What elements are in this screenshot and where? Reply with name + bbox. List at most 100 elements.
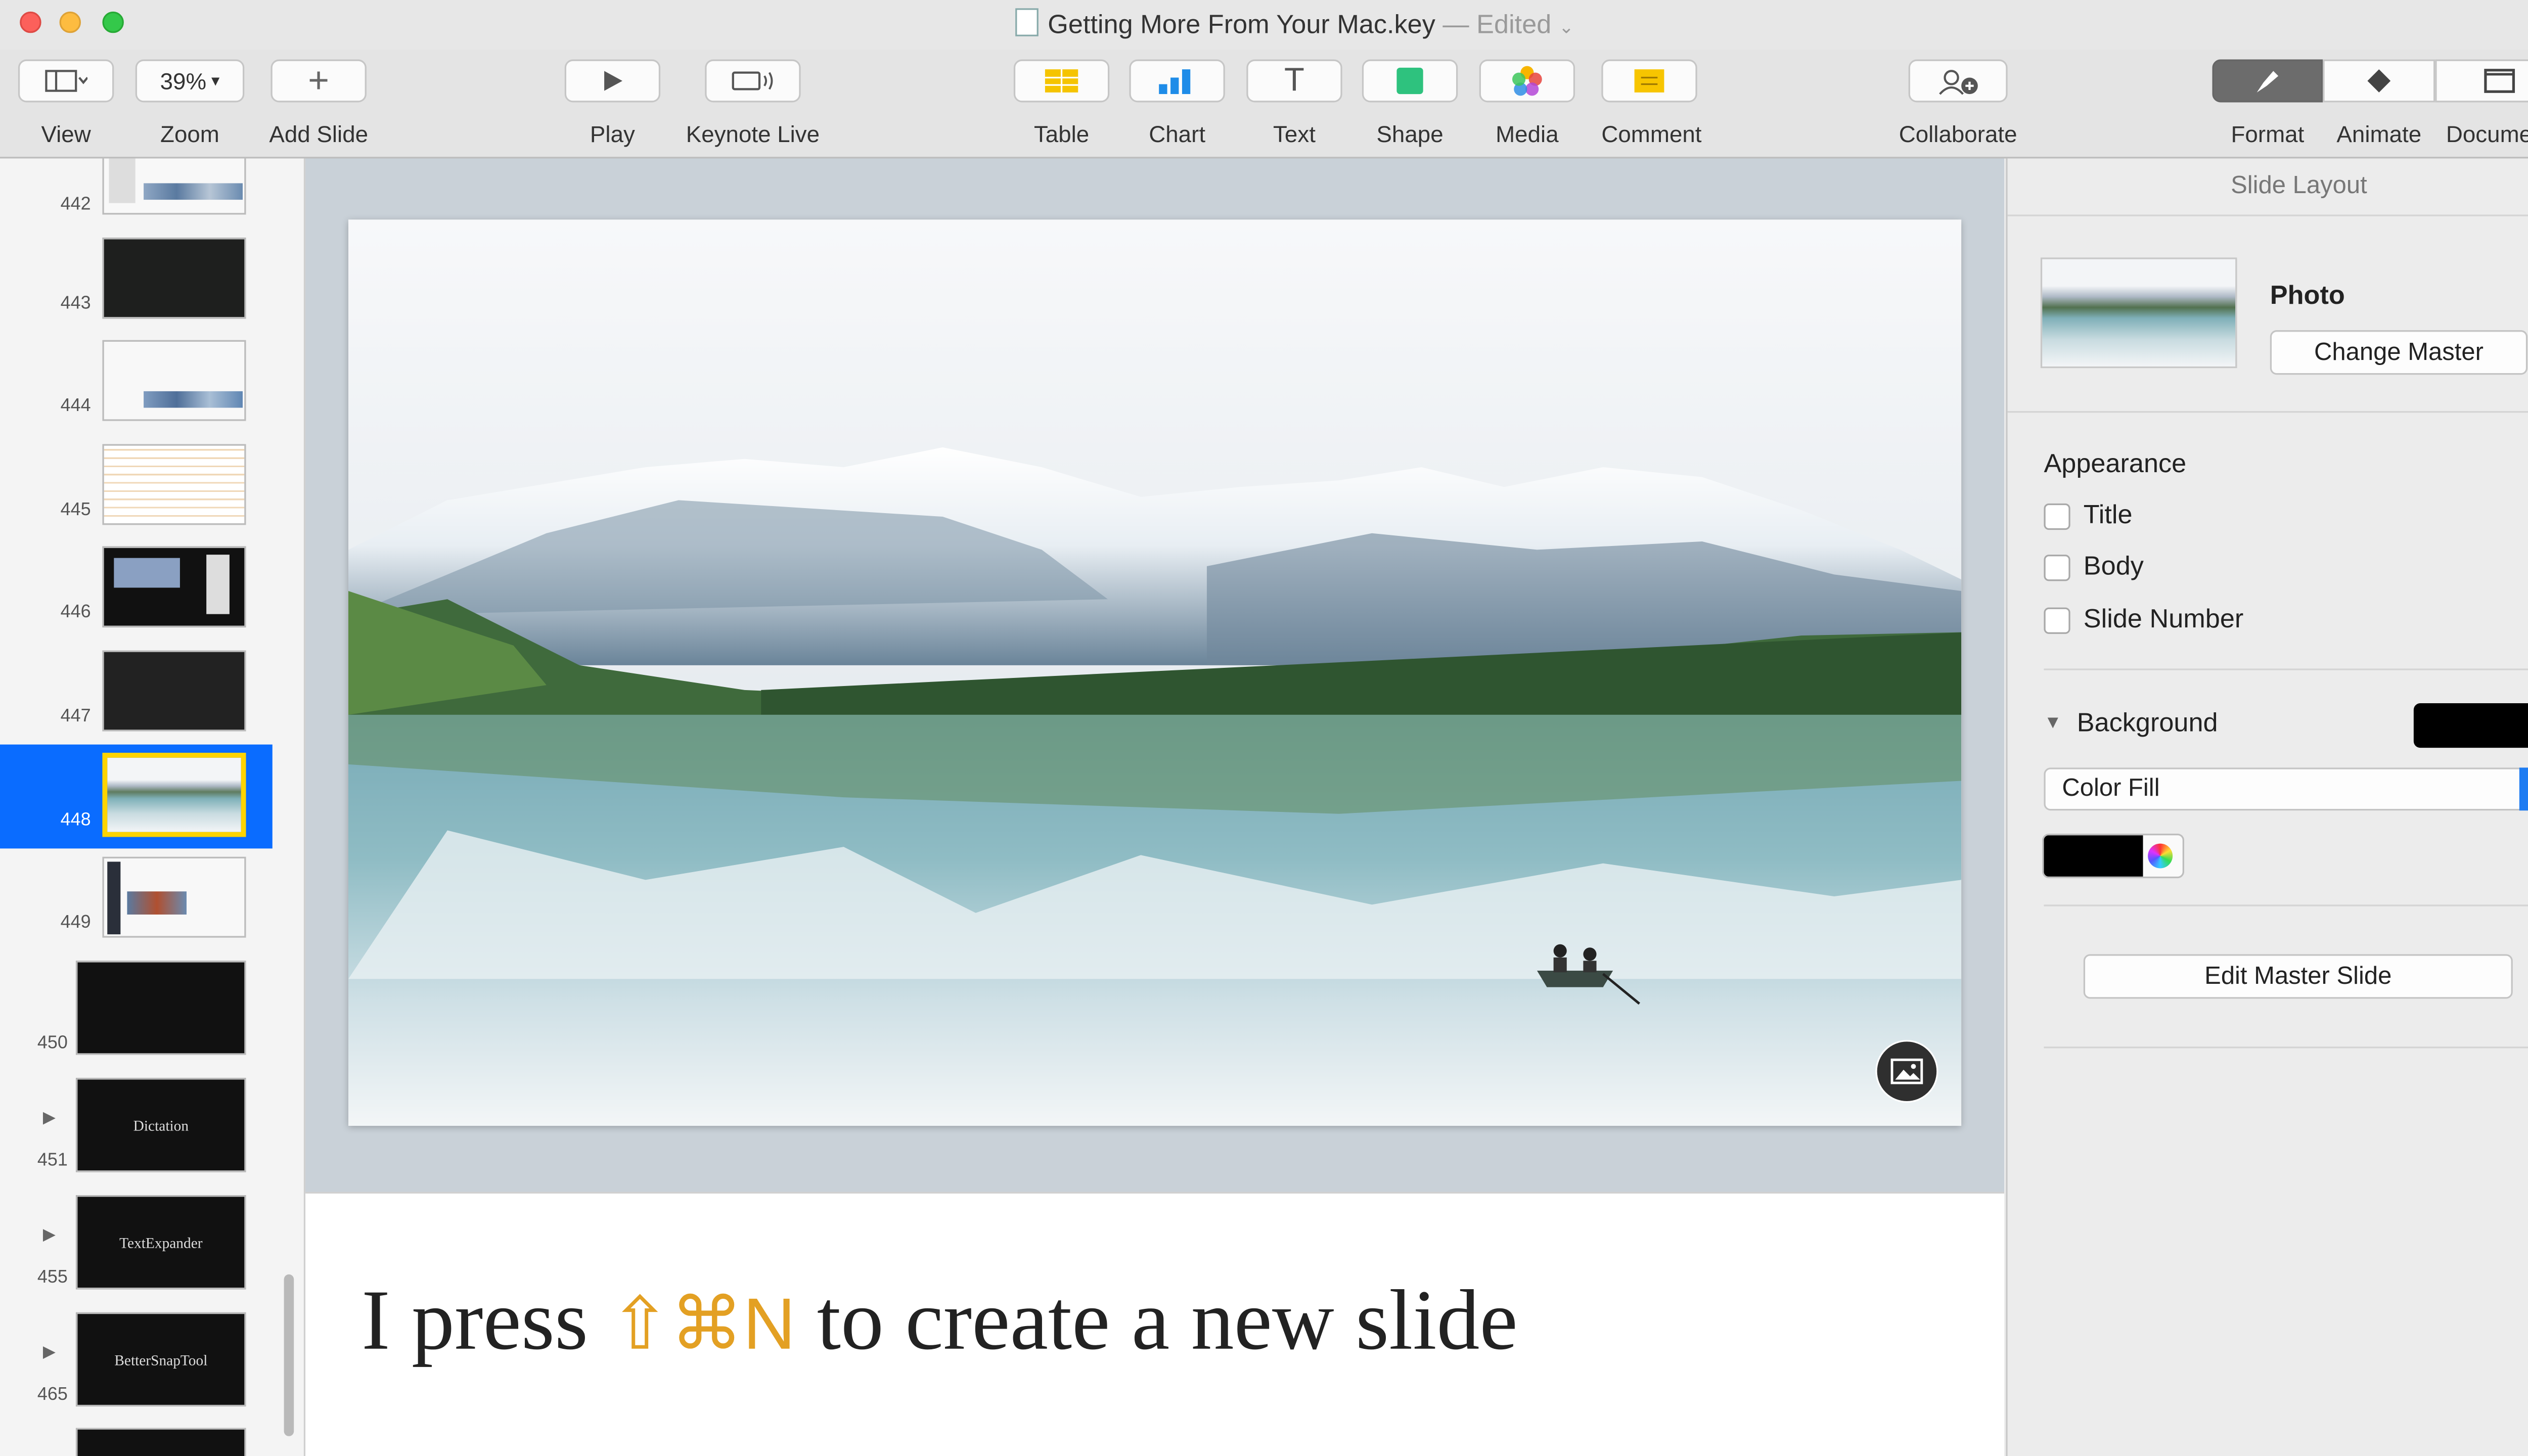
- chart-icon[interactable]: [1129, 59, 1225, 103]
- shape-icon[interactable]: [1362, 59, 1458, 103]
- slide-thumbnail[interactable]: [102, 158, 246, 215]
- slide-number: 465: [37, 1385, 68, 1405]
- comment-icon[interactable]: [1601, 59, 1697, 103]
- play-label: Play: [590, 120, 635, 147]
- edited-status: — Edited: [1442, 11, 1552, 40]
- slide-thumbnail-selected[interactable]: [102, 752, 246, 837]
- slide-thumbnail[interactable]: [76, 961, 246, 1055]
- document-label: Document: [2446, 120, 2528, 147]
- slide-canvas[interactable]: [305, 158, 2005, 1192]
- title-checkbox[interactable]: [2044, 503, 2070, 530]
- document-control[interactable]: Document: [2435, 59, 2528, 147]
- zoom-button[interactable]: 39% ▾: [135, 59, 245, 103]
- master-thumbnail[interactable]: [2040, 257, 2237, 369]
- plus-icon[interactable]: +: [270, 59, 367, 103]
- table-control[interactable]: Table: [1013, 59, 1110, 147]
- slide-number: 449: [60, 913, 91, 933]
- chart-control[interactable]: Chart: [1129, 59, 1225, 147]
- chevron-down-icon[interactable]: ⌄: [1559, 18, 1574, 38]
- slide-thumbnail[interactable]: TextExpander: [76, 1195, 246, 1290]
- format-control[interactable]: Format: [2212, 59, 2323, 147]
- slide-thumbnail[interactable]: [102, 340, 246, 421]
- table-icon[interactable]: [1013, 59, 1110, 103]
- notes-text[interactable]: I press ⇧⌘N to create a new slide: [362, 1273, 1518, 1371]
- slide-number: 443: [60, 294, 91, 314]
- notes-text-after: to create a new slide: [817, 1274, 1518, 1369]
- disclosure-triangle-icon[interactable]: ▼: [2044, 713, 2062, 733]
- shape-control[interactable]: Shape: [1362, 59, 1458, 147]
- collaborate-control[interactable]: Collaborate: [1892, 59, 2024, 147]
- keynote-live-icon[interactable]: [705, 59, 801, 103]
- presenter-notes[interactable]: I press ⇧⌘N to create a new slide: [305, 1192, 2005, 1456]
- color-wheel-icon[interactable]: [2148, 843, 2173, 869]
- text-icon[interactable]: T: [1246, 59, 1342, 103]
- chart-label: Chart: [1149, 120, 1206, 147]
- disclosure-triangle-icon[interactable]: ▶: [43, 1226, 56, 1245]
- title-bar: Getting More From Your Mac.key — Edited …: [0, 0, 2528, 50]
- slide-thumbnail[interactable]: [102, 444, 246, 525]
- play-icon[interactable]: [564, 59, 661, 103]
- photos-icon[interactable]: [1479, 59, 1575, 103]
- slide-thumbnail[interactable]: Dictation: [76, 1078, 246, 1172]
- edit-master-slide-button[interactable]: Edit Master Slide: [2083, 954, 2513, 999]
- slide-thumbnail[interactable]: [102, 546, 246, 627]
- body-checkbox[interactable]: [2044, 555, 2070, 581]
- change-master-button[interactable]: Change Master: [2270, 330, 2528, 375]
- slide-thumbnail[interactable]: [102, 650, 246, 732]
- text-label: Text: [1273, 120, 1316, 147]
- thumbnail-title: Dictation: [133, 1116, 189, 1133]
- disclosure-triangle-icon[interactable]: ▶: [43, 1109, 56, 1127]
- keynote-live-label: Keynote Live: [686, 120, 820, 147]
- inspector-header: Slide Layout: [2231, 171, 2367, 200]
- thumbnail-title: BetterSnapTool: [114, 1351, 208, 1368]
- disclosure-triangle-icon[interactable]: ▶: [43, 1344, 56, 1362]
- zoom-control[interactable]: 39% ▾ Zoom: [135, 59, 245, 147]
- notes-text-before: I press: [362, 1274, 589, 1369]
- fill-color-swatch[interactable]: [2042, 833, 2184, 879]
- current-slide[interactable]: [348, 219, 1962, 1126]
- zoom-label: Zoom: [160, 120, 219, 147]
- comment-control[interactable]: Comment: [1601, 59, 1702, 147]
- slide-number: 455: [37, 1267, 68, 1288]
- sidebar-icon: [45, 70, 88, 92]
- paintbrush-icon[interactable]: [2212, 59, 2323, 103]
- background-color-well[interactable]: [2413, 703, 2528, 748]
- media-label: Media: [1496, 120, 1559, 147]
- fill-type-select[interactable]: Color Fill ▲▼: [2044, 767, 2528, 811]
- slide-number-checkbox[interactable]: [2044, 607, 2070, 634]
- slide-navigator[interactable]: 442 443 444 445 446 447 448 449 450 ▶ Di…: [0, 158, 306, 1456]
- slide-number: 451: [37, 1150, 68, 1171]
- divider: [2007, 214, 2528, 216]
- shape-label: Shape: [1376, 120, 1443, 147]
- image-placeholder-button[interactable]: [1875, 1040, 1938, 1103]
- slide-thumbnail[interactable]: [76, 1428, 246, 1456]
- body-checkbox-label: Body: [2083, 553, 2144, 581]
- play-control[interactable]: Play: [564, 59, 661, 147]
- document-icon[interactable]: [2435, 59, 2528, 103]
- collaborate-icon[interactable]: [1908, 59, 2008, 103]
- title-checkbox-label: Title: [2083, 502, 2133, 530]
- animate-control[interactable]: Animate: [2323, 59, 2435, 147]
- navigator-scrollbar[interactable]: [284, 1274, 294, 1436]
- lake-mountain-photo[interactable]: [348, 219, 1962, 1126]
- view-control[interactable]: View: [18, 59, 114, 147]
- slide-thumbnail[interactable]: [102, 238, 246, 319]
- image-icon: [1890, 1058, 1923, 1084]
- table-label: Table: [1033, 120, 1090, 147]
- master-name: Photo: [2270, 282, 2345, 310]
- slide-thumbnail[interactable]: BetterSnapTool: [76, 1312, 246, 1407]
- slide-number: 442: [60, 195, 91, 215]
- slide-number: 444: [60, 396, 91, 416]
- view-button[interactable]: [18, 59, 114, 103]
- zoom-value: 39%: [160, 67, 207, 95]
- window-title[interactable]: Getting More From Your Mac.key — Edited …: [0, 8, 2528, 41]
- text-control[interactable]: T Text: [1246, 59, 1342, 147]
- slide-thumbnail[interactable]: [102, 856, 246, 938]
- add-slide-control[interactable]: + Add Slide: [269, 59, 368, 147]
- media-control[interactable]: Media: [1479, 59, 1575, 147]
- keynote-live-control[interactable]: Keynote Live: [680, 59, 825, 147]
- slide-number: 447: [60, 706, 91, 726]
- fill-type-value: Color Fill: [2062, 774, 2160, 802]
- divider: [2044, 904, 2528, 906]
- animate-icon[interactable]: [2323, 59, 2435, 103]
